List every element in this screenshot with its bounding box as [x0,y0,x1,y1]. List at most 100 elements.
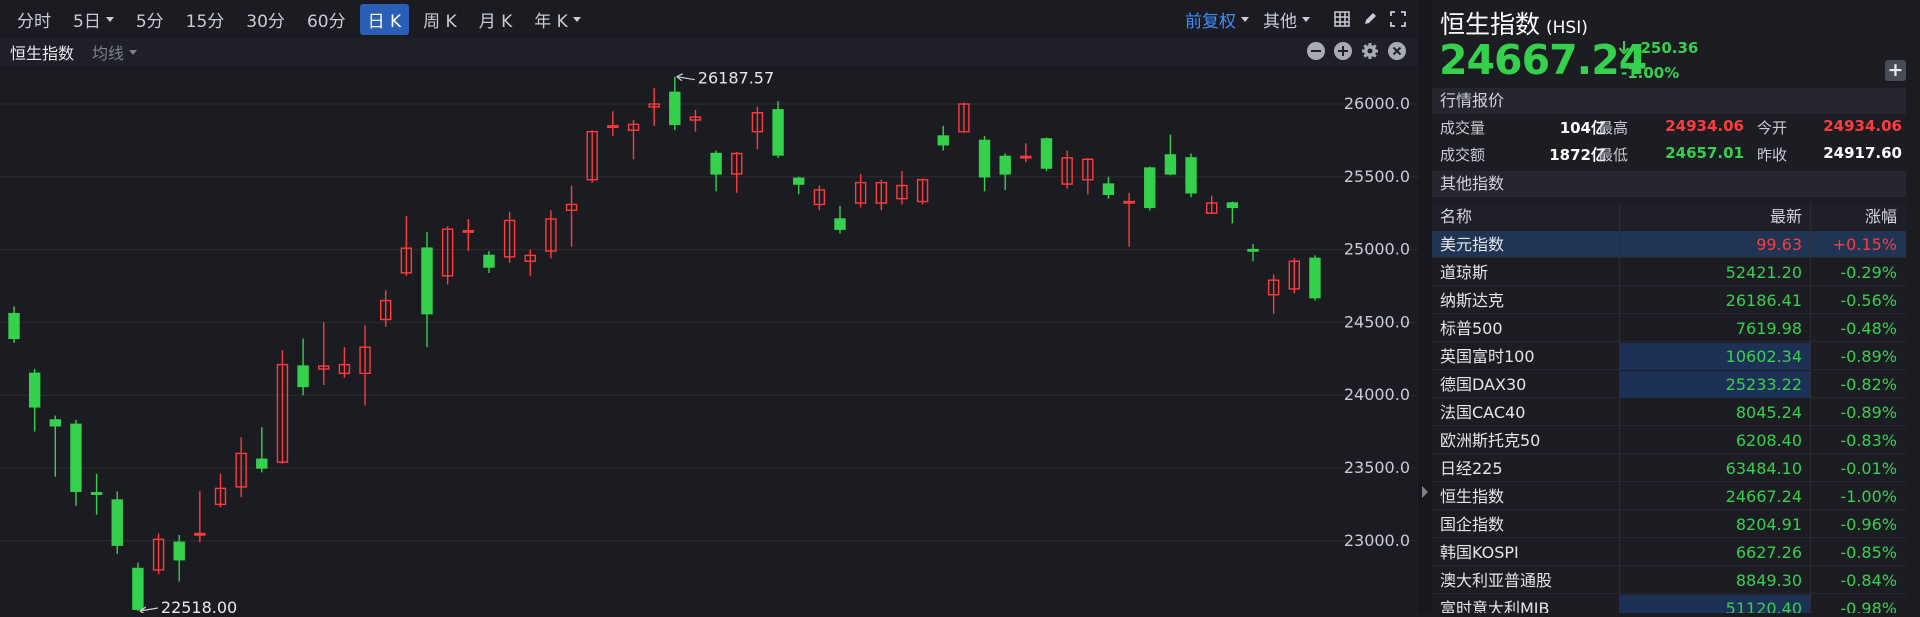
table-row[interactable]: 美元指数 99.63 +0.15% [1432,231,1906,258]
table-row[interactable]: 欧洲斯托克50 6208.40 -0.83% [1432,427,1906,454]
candle-body [1309,257,1321,299]
stat-label: 昨收 [1757,146,1788,164]
table-row[interactable]: 恒生指数 24667.24 -1.00% [1432,483,1906,510]
chart-header: 恒生指数 均线 [0,38,1418,66]
adjust-dropdown[interactable]: 前复权 [1185,7,1249,32]
table-row[interactable]: 国企指数 8204.91 -0.96% [1432,511,1906,538]
candle-body [1226,202,1239,209]
y-tick-label: 25000.0 [1344,240,1410,259]
indices-section-title: 其他指数 [1432,171,1906,197]
table-row[interactable]: 韩国KOSPI 6627.26 -0.85% [1432,539,1906,566]
other-dropdown[interactable]: 其他 [1263,7,1310,32]
stat-label: 成交量 [1440,119,1486,137]
index-name: 日经225 [1440,459,1503,478]
index-price: 8204.91 [1735,515,1802,534]
period-tab[interactable]: 5日 [65,4,122,35]
y-tick-label: 23500.0 [1344,458,1410,477]
index-name: 恒生指数 [1440,487,1505,506]
period-tab[interactable]: 年 K [526,4,589,35]
index-price: 8849.30 [1735,571,1802,590]
period-tab[interactable]: 日 K [359,3,410,35]
quote-panel: 恒生指数 (HSI) 24667.24 -250.36 -1.00% + 行情报价… [1432,0,1906,613]
index-name: 国企指数 [1440,515,1505,534]
quote-name: 恒生指数 [1440,10,1541,39]
candle-body [999,155,1011,175]
period-tab[interactable]: 15分 [178,4,233,35]
period-toolbar: 分时 5日 5分 15分 30分 60分日 K 周 K 月 K 年 K 前复权 其他 [0,0,1418,38]
zoom-out-icon[interactable] [1307,42,1325,60]
kline-chart[interactable]: 26000.0 25500.0 25000.0 24500.0 24000.0 23500… [0,66,1418,617]
index-price: 51120.40 [1619,595,1810,613]
arrow-down-icon [1618,41,1630,56]
period-tab-label: 5日 [73,11,101,32]
index-change: -0.56% [1840,291,1897,310]
y-tick-label: 25500.0 [1344,167,1410,186]
candle-body [111,499,123,546]
index-name: 韩国KOSPI [1440,543,1519,562]
stat-value: 24657.01 [1665,144,1744,162]
candle-body [1247,248,1259,252]
y-tick-label: 26000.0 [1344,94,1410,113]
chart-title: 恒生指数 [10,44,75,63]
panel-splitter[interactable] [1418,0,1432,613]
candle-body [49,419,61,427]
chevron-down-icon [572,16,581,22]
stat-label: 今开 [1757,119,1788,137]
quote-change-pct: -1.00% [1621,64,1680,82]
stat-label: 最低 [1598,146,1629,164]
candle-body [669,91,681,126]
table-row[interactable]: 道琼斯 52421.20 -0.29% [1432,259,1906,286]
indices-table-header: 名称 最新 涨幅 [1432,203,1906,230]
index-name: 富时意大利MIB [1440,599,1550,613]
index-change: -0.83% [1840,431,1897,450]
quote-change-value: -250.36 [1634,39,1699,57]
candle-body [90,492,103,495]
col-name-header: 名称 [1440,207,1473,226]
add-watchlist-button[interactable]: + [1885,60,1906,81]
table-row[interactable]: 德国DAX30 25233.22 -0.82% [1432,371,1906,398]
period-tab[interactable]: 5分 [128,4,172,35]
table-row[interactable]: 日经225 63484.10 -0.01% [1432,455,1906,482]
table-row[interactable]: 纳斯达克 26186.41 -0.56% [1432,287,1906,314]
table-row[interactable]: 英国富时100 10602.34 -0.89% [1432,343,1906,370]
settings-icon[interactable] [1361,42,1379,60]
close-icon[interactable] [1388,42,1406,60]
period-tab[interactable]: 分时 [9,4,59,35]
candle-body [1164,154,1177,175]
period-tab-label: 年 K [534,11,568,32]
stat-value: 104亿 [1559,119,1606,137]
candle-body [1040,138,1053,169]
table-row[interactable]: 富时意大利MIB 51120.40 -0.98% [1432,595,1906,613]
table-row[interactable]: 标普500 7619.98 -0.48% [1432,315,1906,342]
period-tab[interactable]: 30分 [238,4,293,35]
expand-arrow-icon[interactable] [1422,486,1428,498]
period-tab-label: 30分 [246,11,285,32]
index-name: 美元指数 [1440,235,1505,254]
grid-icon[interactable] [1332,9,1352,29]
ma-dropdown[interactable]: 均线 [92,40,138,64]
fullscreen-icon[interactable] [1388,9,1408,29]
period-tab[interactable]: 60分 [299,4,354,35]
index-change: -0.89% [1840,347,1897,366]
index-name: 纳斯达克 [1440,291,1505,310]
candle-body [8,312,20,340]
toolbar-right: 前复权 其他 [1185,0,1408,38]
period-tab[interactable]: 月 K [471,4,521,35]
y-tick-label: 24000.0 [1344,385,1410,404]
index-price: 25233.22 [1619,371,1810,398]
col-change-header: 涨幅 [1864,207,1897,226]
candle-body [937,135,949,146]
index-name: 法国CAC40 [1440,403,1526,422]
low-label: 22518.00 [161,598,237,613]
column-divider [1619,203,1620,613]
table-row[interactable]: 澳大利亚普通股 8849.30 -0.84% [1432,567,1906,594]
table-row[interactable]: 法国CAC40 8045.24 -0.89% [1432,399,1906,426]
period-tab[interactable]: 周 K [415,4,465,35]
index-name: 德国DAX30 [1440,375,1527,394]
chevron-down-icon [105,16,114,22]
pen-icon[interactable] [1360,9,1380,29]
candle-body [793,177,805,185]
zoom-in-icon[interactable] [1334,42,1352,60]
index-change: -0.29% [1840,263,1897,282]
quote-code: (HSI) [1546,18,1588,38]
